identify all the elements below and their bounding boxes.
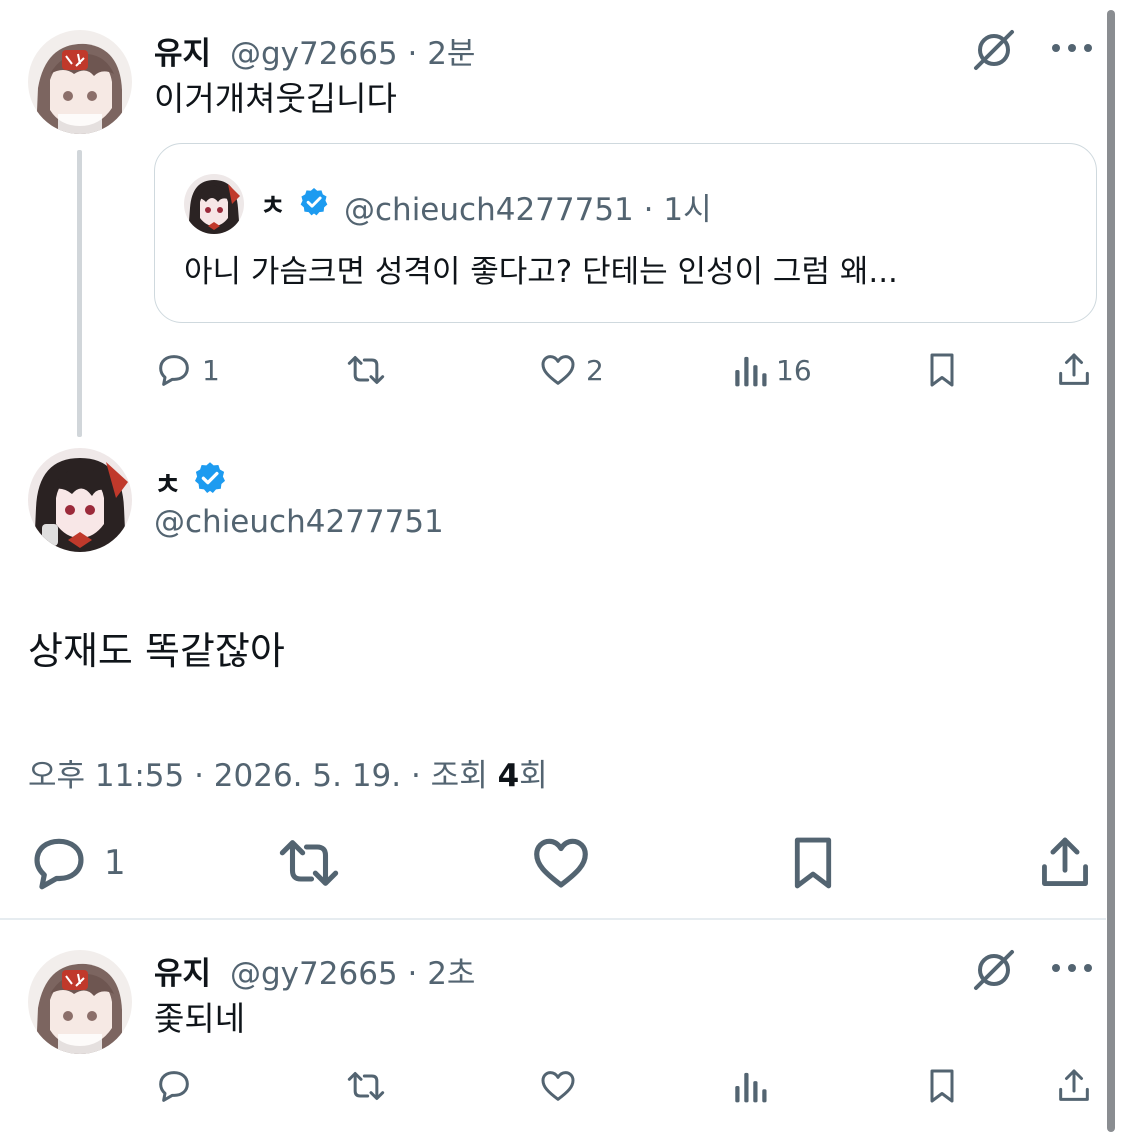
avatar[interactable] bbox=[28, 448, 132, 552]
reply-icon bbox=[34, 838, 84, 890]
author-name[interactable]: ㅊ bbox=[154, 460, 182, 504]
quoted-author-handle[interactable]: @chieuch4277751 · 1시 bbox=[344, 184, 712, 229]
share-icon bbox=[1059, 353, 1089, 385]
retweet-button[interactable] bbox=[344, 350, 388, 390]
analytics-icon bbox=[735, 1072, 767, 1103]
share-button[interactable] bbox=[1036, 832, 1094, 894]
quoted-tweet-text: 아니 가슴크면 성격이 좋다고? 단테는 인성이 그럼 왜... bbox=[184, 254, 898, 290]
reply-count: 1 bbox=[202, 353, 220, 387]
views-button[interactable] bbox=[732, 1066, 768, 1106]
tweet-thread-page: 유지 @gy72665 · 2분 이거개쳐웃깁니다 ㅊ @chieuch4277… bbox=[0, 0, 1125, 1135]
bookmark-icon bbox=[794, 837, 832, 889]
retweet-button[interactable] bbox=[276, 832, 342, 894]
analytics-icon bbox=[735, 356, 767, 387]
retweet-icon bbox=[347, 356, 385, 384]
share-button[interactable] bbox=[1054, 1066, 1094, 1106]
view-count-suffix: 회 bbox=[519, 758, 548, 794]
reply-button[interactable] bbox=[154, 1066, 194, 1106]
bookmark-button[interactable] bbox=[922, 350, 962, 390]
share-icon bbox=[1042, 837, 1088, 886]
heart-icon bbox=[541, 355, 575, 385]
like-button[interactable] bbox=[530, 832, 592, 894]
author-name[interactable]: 유지 bbox=[154, 28, 211, 73]
retweet-button[interactable] bbox=[344, 1066, 388, 1106]
author-name[interactable]: 유지 bbox=[154, 948, 211, 993]
tweet-text: 상재도 똑같잖아 bbox=[28, 629, 285, 673]
reply-icon bbox=[159, 355, 189, 386]
views-count: 16 bbox=[776, 353, 812, 387]
more-icon[interactable] bbox=[1050, 960, 1094, 976]
like-button[interactable] bbox=[538, 1066, 578, 1106]
verified-badge-icon bbox=[192, 460, 228, 496]
quoted-tweet-card[interactable] bbox=[154, 143, 1097, 323]
tweet-timestamp: 오후 11:55 · 2026. 5. 19. · 조회 4회 bbox=[28, 750, 548, 795]
avatar[interactable] bbox=[28, 30, 132, 134]
view-count: 4 bbox=[497, 758, 520, 794]
tweet-text: 좇되네 bbox=[154, 999, 246, 1038]
bookmark-icon bbox=[930, 353, 954, 387]
thread-connector-line bbox=[77, 150, 82, 437]
author-handle[interactable]: @gy72665 · 2초 bbox=[230, 948, 475, 993]
heart-icon bbox=[534, 838, 588, 888]
grok-icon[interactable] bbox=[970, 946, 1018, 994]
reply-count: 1 bbox=[104, 843, 126, 883]
retweet-icon bbox=[279, 840, 339, 886]
share-icon bbox=[1059, 1069, 1089, 1101]
views-button[interactable]: 16 bbox=[732, 350, 812, 390]
share-button[interactable] bbox=[1054, 350, 1094, 390]
tweet-text: 이거개쳐웃깁니다 bbox=[154, 79, 397, 118]
avatar bbox=[184, 174, 244, 234]
reply-icon bbox=[159, 1071, 189, 1102]
divider bbox=[0, 918, 1106, 920]
author-handle[interactable]: @chieuch4277751 bbox=[154, 504, 444, 540]
grok-icon[interactable] bbox=[970, 26, 1018, 74]
bookmark-icon bbox=[930, 1069, 954, 1103]
reply-button[interactable]: 1 bbox=[154, 350, 220, 390]
retweet-icon bbox=[347, 1072, 385, 1100]
more-icon[interactable] bbox=[1050, 40, 1094, 56]
scrollbar-thumb[interactable] bbox=[1107, 10, 1115, 1132]
bookmark-button[interactable] bbox=[922, 1066, 962, 1106]
heart-icon bbox=[541, 1071, 575, 1101]
author-handle[interactable]: @gy72665 · 2분 bbox=[230, 28, 475, 73]
quoted-author-name[interactable]: ㅊ bbox=[260, 184, 286, 224]
like-count: 2 bbox=[586, 353, 604, 387]
verified-badge-icon bbox=[298, 186, 330, 218]
reply-button[interactable]: 1 bbox=[28, 832, 126, 894]
tweet-time[interactable]: 오후 11:55 · 2026. 5. 19. · 조회 bbox=[28, 758, 498, 794]
avatar[interactable] bbox=[28, 950, 132, 1054]
bookmark-button[interactable] bbox=[784, 832, 842, 894]
like-button[interactable]: 2 bbox=[538, 350, 604, 390]
